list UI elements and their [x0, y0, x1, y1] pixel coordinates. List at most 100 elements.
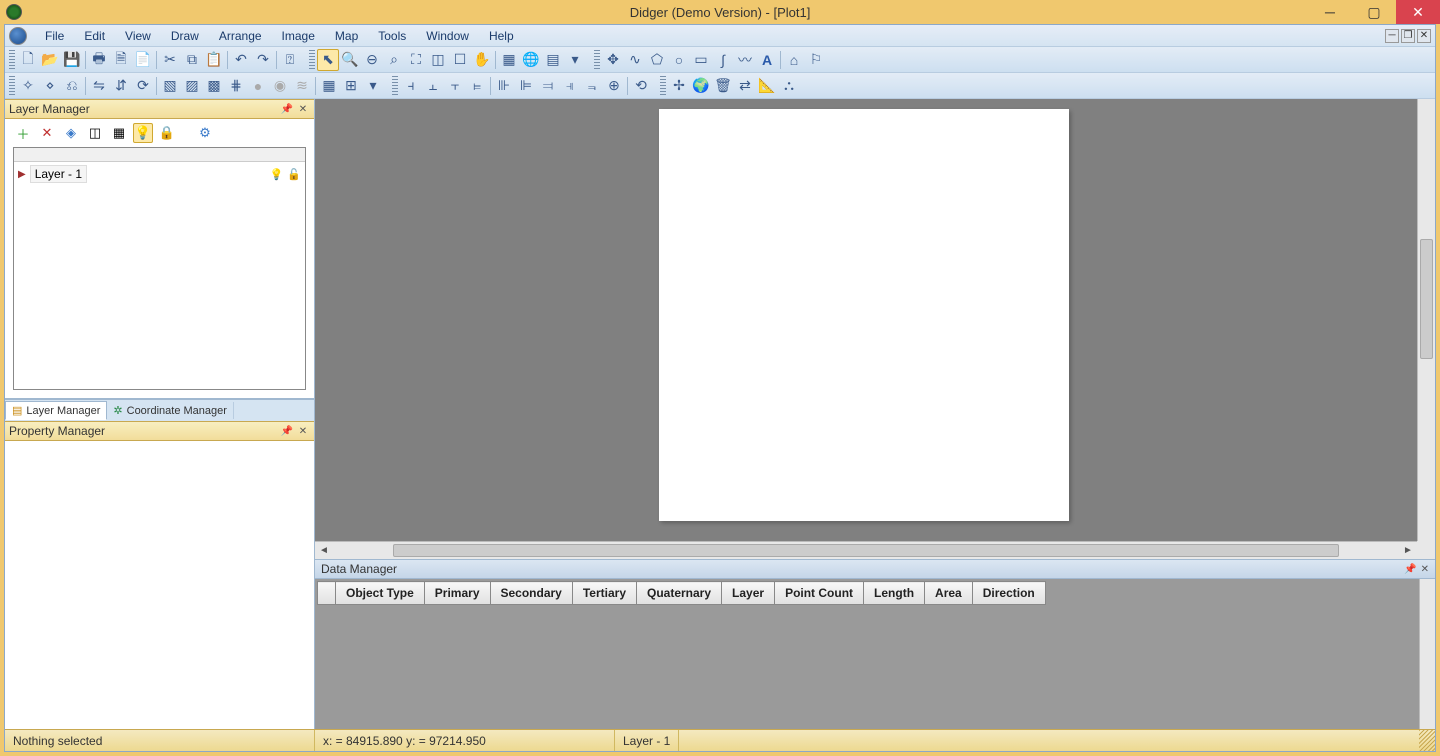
layer-lock-icon[interactable]: 🔒 — [157, 123, 177, 143]
cut-icon[interactable]: ✂ — [159, 49, 181, 71]
fill-icon[interactable]: ▧ — [159, 75, 181, 97]
maximize-button[interactable]: ▢ — [1352, 0, 1396, 24]
col-object-type[interactable]: Object Type — [336, 582, 425, 605]
node-icon[interactable]: ⋄ — [39, 75, 61, 97]
delete-layer-icon[interactable]: ✕ — [37, 123, 57, 143]
downarrow-icon[interactable]: ▾ — [564, 49, 586, 71]
col-layer[interactable]: Layer — [722, 582, 775, 605]
paste-icon[interactable]: 📋 — [203, 49, 225, 71]
zoom-actual-icon[interactable]: ◫ — [427, 49, 449, 71]
mdi-restore-button[interactable]: ❐ — [1401, 29, 1415, 43]
menu-map[interactable]: Map — [325, 27, 368, 45]
pin-icon[interactable]: 📌 — [280, 424, 294, 438]
unlock-icon[interactable]: 🔓 — [287, 168, 301, 181]
ruler-icon[interactable]: ▤ — [542, 49, 564, 71]
spline-icon[interactable]: ∫ — [712, 49, 734, 71]
zoom-rect-icon[interactable]: ⌕ — [383, 49, 405, 71]
tab-layer-manager[interactable]: ▤ Layer Manager — [5, 401, 107, 420]
align-right-icon[interactable]: ⫟ — [444, 75, 466, 97]
flip-v-icon[interactable]: ⇵ — [110, 75, 132, 97]
layer-props-icon[interactable]: ◈ — [61, 123, 81, 143]
pin-icon[interactable]: 📌 — [1404, 564, 1416, 575]
pan-icon[interactable]: ✋ — [471, 49, 493, 71]
menu-image[interactable]: Image — [272, 27, 325, 45]
distribute-h-icon[interactable]: ⊪ — [493, 75, 515, 97]
measure-icon[interactable]: 📐 — [756, 75, 778, 97]
scrollbar-thumb[interactable] — [1420, 239, 1433, 359]
snap-dropdown-icon[interactable]: ▾ — [362, 75, 384, 97]
col-primary[interactable]: Primary — [424, 582, 490, 605]
mdi-close-button[interactable]: ✕ — [1417, 29, 1431, 43]
break-icon[interactable]: ⎌ — [61, 75, 83, 97]
move-icon[interactable]: ✥ — [602, 49, 624, 71]
undo-icon[interactable]: ↶ — [230, 49, 252, 71]
toolbar-grip[interactable] — [9, 50, 15, 70]
col-tertiary[interactable]: Tertiary — [572, 582, 636, 605]
save-icon[interactable]: 💾 — [61, 49, 83, 71]
flip-h-icon[interactable]: ⇋ — [88, 75, 110, 97]
toolbar-grip[interactable] — [309, 50, 315, 70]
text-icon[interactable]: A — [756, 49, 778, 71]
distribute-v-icon[interactable]: ⊫ — [515, 75, 537, 97]
align-top-icon[interactable]: ⫢ — [466, 75, 488, 97]
col-direction[interactable]: Direction — [972, 582, 1045, 605]
select-tool-icon[interactable]: ⬉ — [317, 49, 339, 71]
vertical-scrollbar[interactable] — [1417, 99, 1435, 541]
tab-coordinate-manager[interactable]: ✲ Coordinate Manager — [107, 402, 234, 419]
select-layer-icon[interactable]: ▦ — [109, 123, 129, 143]
arrange-icon[interactable]: ⫬ — [581, 75, 603, 97]
add-layer-icon[interactable]: ＋ — [13, 123, 33, 143]
globe-icon[interactable]: 🌐 — [520, 49, 542, 71]
snap-grid-icon[interactable]: ▦ — [318, 75, 340, 97]
close-panel-icon[interactable]: ✕ — [296, 424, 310, 438]
space-v-icon[interactable]: ⫣ — [559, 75, 581, 97]
transform-icon[interactable]: ⇄ — [734, 75, 756, 97]
scroll-right-icon[interactable]: ► — [1399, 542, 1417, 559]
layer-options-icon[interactable]: ⚙ — [195, 123, 215, 143]
calibrate-icon[interactable]: ✢ — [668, 75, 690, 97]
bulb-icon[interactable]: 💡 — [270, 168, 284, 181]
trash-icon[interactable]: 🗑 — [712, 75, 734, 97]
align-center-icon[interactable]: ⫠ — [422, 75, 444, 97]
print-icon[interactable]: 🖶 — [88, 49, 110, 71]
rectangle-icon[interactable]: ▭ — [690, 49, 712, 71]
resize-grip-icon[interactable] — [1419, 730, 1435, 751]
toolbar-grip[interactable] — [392, 76, 398, 96]
data-table[interactable]: Object Type Primary Secondary Tertiary Q… — [317, 581, 1046, 605]
zoom-in-icon[interactable]: 🔍 — [339, 49, 361, 71]
warp-icon[interactable]: ≋ — [291, 75, 313, 97]
col-area[interactable]: Area — [925, 582, 973, 605]
layer-row[interactable]: ▶ Layer - 1 💡 🔓 — [14, 162, 305, 186]
redo-icon[interactable]: ↷ — [252, 49, 274, 71]
layer-list[interactable]: ▶ Layer - 1 💡 🔓 — [13, 147, 306, 390]
mdi-minimize-button[interactable]: ─ — [1385, 29, 1399, 43]
col-point-count[interactable]: Point Count — [775, 582, 864, 605]
toolbar-grip[interactable] — [660, 76, 666, 96]
menu-tools[interactable]: Tools — [368, 27, 416, 45]
layer-visible-icon[interactable]: 💡 — [133, 123, 153, 143]
menu-edit[interactable]: Edit — [74, 27, 115, 45]
layer-name[interactable]: Layer - 1 — [30, 165, 87, 183]
georef-icon[interactable]: 🌍 — [690, 75, 712, 97]
menu-draw[interactable]: Draw — [161, 27, 209, 45]
space-h-icon[interactable]: ⫤ — [537, 75, 559, 97]
col-secondary[interactable]: Secondary — [490, 582, 572, 605]
zoom-selection-icon[interactable]: ☐ — [449, 49, 471, 71]
export-icon[interactable]: 📄 — [132, 49, 154, 71]
row-header-corner[interactable] — [318, 582, 336, 605]
col-quaternary[interactable]: Quaternary — [637, 582, 722, 605]
new-file-icon[interactable]: 🗋 — [17, 49, 39, 71]
minimize-button[interactable]: ─ — [1308, 0, 1352, 24]
zoom-out-icon[interactable]: ⊖ — [361, 49, 383, 71]
swirl-icon[interactable]: ◉ — [269, 75, 291, 97]
snap-icon[interactable]: ⊞ — [340, 75, 362, 97]
plot-page[interactable] — [659, 109, 1069, 521]
center-icon[interactable]: ⊕ — [603, 75, 625, 97]
close-button[interactable]: ✕ — [1396, 0, 1440, 24]
canvas-area[interactable]: ◄ ► — [315, 99, 1435, 559]
gradient-icon[interactable]: ▨ — [181, 75, 203, 97]
menu-arrange[interactable]: Arrange — [209, 27, 272, 45]
toolbar-grip[interactable] — [9, 76, 15, 96]
menu-file[interactable]: File — [35, 27, 74, 45]
print-preview-icon[interactable]: 🗎 — [110, 49, 132, 71]
